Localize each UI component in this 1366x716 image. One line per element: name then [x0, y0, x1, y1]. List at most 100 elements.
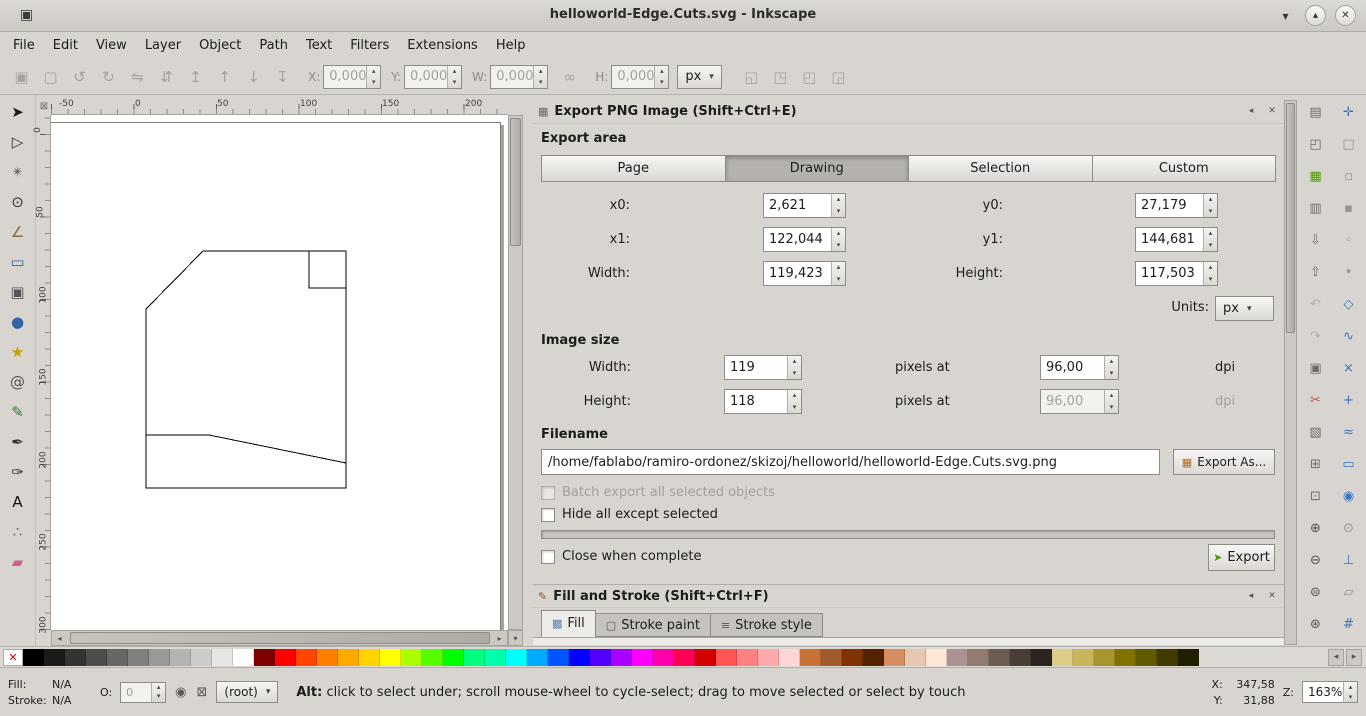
lower-to-bottom-icon[interactable]: ↧: [269, 63, 296, 90]
image-height-spinbox[interactable]: 118 ▴ ▾: [724, 389, 802, 414]
y-spinbox[interactable]: 0,000 ▴ ▾: [404, 64, 463, 89]
palette-swatch[interactable]: [1031, 648, 1052, 666]
palette-swatch[interactable]: [380, 648, 401, 666]
palette-swatch[interactable]: [842, 648, 863, 666]
horizontal-ruler[interactable]: -50 0 50 100 150 200: [51, 99, 508, 115]
clone-icon[interactable]: ⊡: [1303, 483, 1329, 509]
spiral-tool[interactable]: @: [4, 368, 32, 396]
save-document-icon[interactable]: ▦: [1303, 163, 1329, 189]
palette-swatch[interactable]: [443, 648, 464, 666]
layer-lock-icon[interactable]: ⊠: [197, 685, 208, 700]
palette-swatch[interactable]: [1136, 648, 1157, 666]
palette-swatch[interactable]: [464, 648, 485, 666]
spray-tool[interactable]: ∴: [4, 518, 32, 546]
menu-layer[interactable]: Layer: [136, 34, 190, 57]
palette-swatch[interactable]: [674, 648, 695, 666]
redo-icon[interactable]: ↷: [1303, 323, 1329, 349]
tab-stroke-paint[interactable]: ▢ Stroke paint: [594, 613, 711, 637]
canvas[interactable]: [51, 115, 508, 630]
palette-swatch[interactable]: [107, 648, 128, 666]
y0-steppers[interactable]: ▴ ▾: [1203, 194, 1217, 217]
palette-swatch[interactable]: [359, 648, 380, 666]
vertical-scrollbar[interactable]: [508, 115, 523, 630]
vertical-scrollbar-thumb[interactable]: [510, 118, 521, 246]
open-document-icon[interactable]: ◰: [1303, 131, 1329, 157]
palette-swatch[interactable]: [926, 648, 947, 666]
palette-swatch[interactable]: [548, 648, 569, 666]
snap-bbox-icon[interactable]: □: [1336, 131, 1362, 157]
palette-swatch[interactable]: [653, 648, 674, 666]
palette-swatch[interactable]: [695, 648, 716, 666]
snap-bbox-corner-icon[interactable]: ▪: [1336, 195, 1362, 221]
snap-bbox-edge-icon[interactable]: ▫: [1336, 163, 1362, 189]
palette-scroll-right-icon[interactable]: ▸: [1346, 648, 1362, 666]
measure-tool[interactable]: ∠: [4, 218, 32, 246]
menu-text[interactable]: Text: [297, 34, 341, 57]
snap-bbox-midpoint-icon[interactable]: ◦: [1336, 227, 1362, 253]
palette-swatch[interactable]: [968, 648, 989, 666]
palette-swatch[interactable]: [590, 648, 611, 666]
fill-stroke-indicator[interactable]: Fill: N/A Stroke: N/A: [8, 678, 92, 707]
layer-dropdown[interactable]: (root) ▾: [216, 681, 279, 703]
selector-tool[interactable]: ➤: [4, 98, 32, 126]
panel-iconify-icon[interactable]: ◂: [1244, 589, 1258, 603]
palette-swatch[interactable]: [422, 648, 443, 666]
palette-swatch[interactable]: [191, 648, 212, 666]
pen-tool[interactable]: ✒: [4, 428, 32, 456]
undo-icon[interactable]: ↶: [1303, 291, 1329, 317]
guide-lock-icon[interactable]: ⊠: [37, 99, 51, 114]
menu-file[interactable]: File: [4, 34, 44, 57]
area-width-steppers[interactable]: ▴ ▾: [831, 262, 845, 285]
tab-fill[interactable]: ▩ Fill: [541, 610, 596, 637]
zoom-spinbox[interactable]: 163% ▴ ▾: [1302, 681, 1358, 703]
palette-swatch[interactable]: [254, 648, 275, 666]
x1-steppers[interactable]: ▴ ▾: [831, 228, 845, 251]
palette-swatch[interactable]: [1010, 648, 1031, 666]
area-button-drawing[interactable]: Drawing: [724, 155, 909, 182]
vertical-ruler[interactable]: 0 50 100 150 200 250 300: [33, 115, 51, 634]
palette-swatch[interactable]: [989, 648, 1010, 666]
palette-swatch[interactable]: [611, 648, 632, 666]
select-all-icon[interactable]: ▣: [8, 63, 35, 90]
box3d-tool[interactable]: ▣: [4, 278, 32, 306]
palette-swatch[interactable]: [401, 648, 422, 666]
palette-swatch[interactable]: [1073, 648, 1094, 666]
deselect-icon[interactable]: ▢: [37, 63, 64, 90]
node-tool[interactable]: ▷: [4, 128, 32, 156]
palette-swatch[interactable]: [716, 648, 737, 666]
window-menu-icon[interactable]: ▾: [1275, 5, 1296, 26]
print-document-icon[interactable]: ▥: [1303, 195, 1329, 221]
opacity-spinbox[interactable]: 0 ▴ ▾: [120, 681, 167, 703]
horizontal-scrollbar-thumb[interactable]: [70, 632, 490, 644]
palette-swatch[interactable]: [905, 648, 926, 666]
image-width-spinbox[interactable]: 119 ▴ ▾: [724, 355, 802, 380]
y-steppers[interactable]: ▴ ▾: [447, 65, 462, 88]
palette-swatch[interactable]: [1094, 648, 1115, 666]
text-tool[interactable]: A: [4, 488, 32, 516]
area-button-custom[interactable]: Custom: [1091, 155, 1276, 182]
snap-bbox-center-icon[interactable]: •: [1336, 259, 1362, 285]
menu-path[interactable]: Path: [250, 34, 297, 57]
x0-steppers[interactable]: ▴ ▾: [831, 194, 845, 217]
palette-swatch[interactable]: [212, 648, 233, 666]
scroll-left-icon[interactable]: ◂: [52, 631, 67, 645]
tweak-tool[interactable]: ✴: [4, 158, 32, 186]
batch-export-checkbox[interactable]: [541, 485, 555, 500]
snap-nodes-icon[interactable]: ◇: [1336, 291, 1362, 317]
palette-swatch[interactable]: [1157, 648, 1178, 666]
palette-swatch[interactable]: [296, 648, 317, 666]
horizontal-scrollbar[interactable]: ◂ ▸: [51, 630, 508, 646]
opacity-steppers[interactable]: ▴ ▾: [151, 682, 166, 702]
snap-cusp-node-icon[interactable]: +: [1336, 387, 1362, 413]
scroll-right-icon[interactable]: ▸: [492, 631, 507, 645]
affect-dimensions-toggle-icon[interactable]: ◳: [767, 63, 794, 90]
palette-swatch[interactable]: [758, 648, 779, 666]
x-steppers[interactable]: ▴ ▾: [366, 65, 381, 88]
w-steppers[interactable]: ▴ ▾: [533, 65, 548, 88]
palette-swatch[interactable]: [485, 648, 506, 666]
snap-text-baseline-icon[interactable]: ⊥: [1336, 547, 1362, 573]
rectangle-tool[interactable]: ▭: [4, 248, 32, 276]
palette-swatch[interactable]: [1052, 648, 1073, 666]
panel-close-icon[interactable]: ✕: [1265, 589, 1279, 603]
h-steppers[interactable]: ▴ ▾: [654, 65, 669, 88]
